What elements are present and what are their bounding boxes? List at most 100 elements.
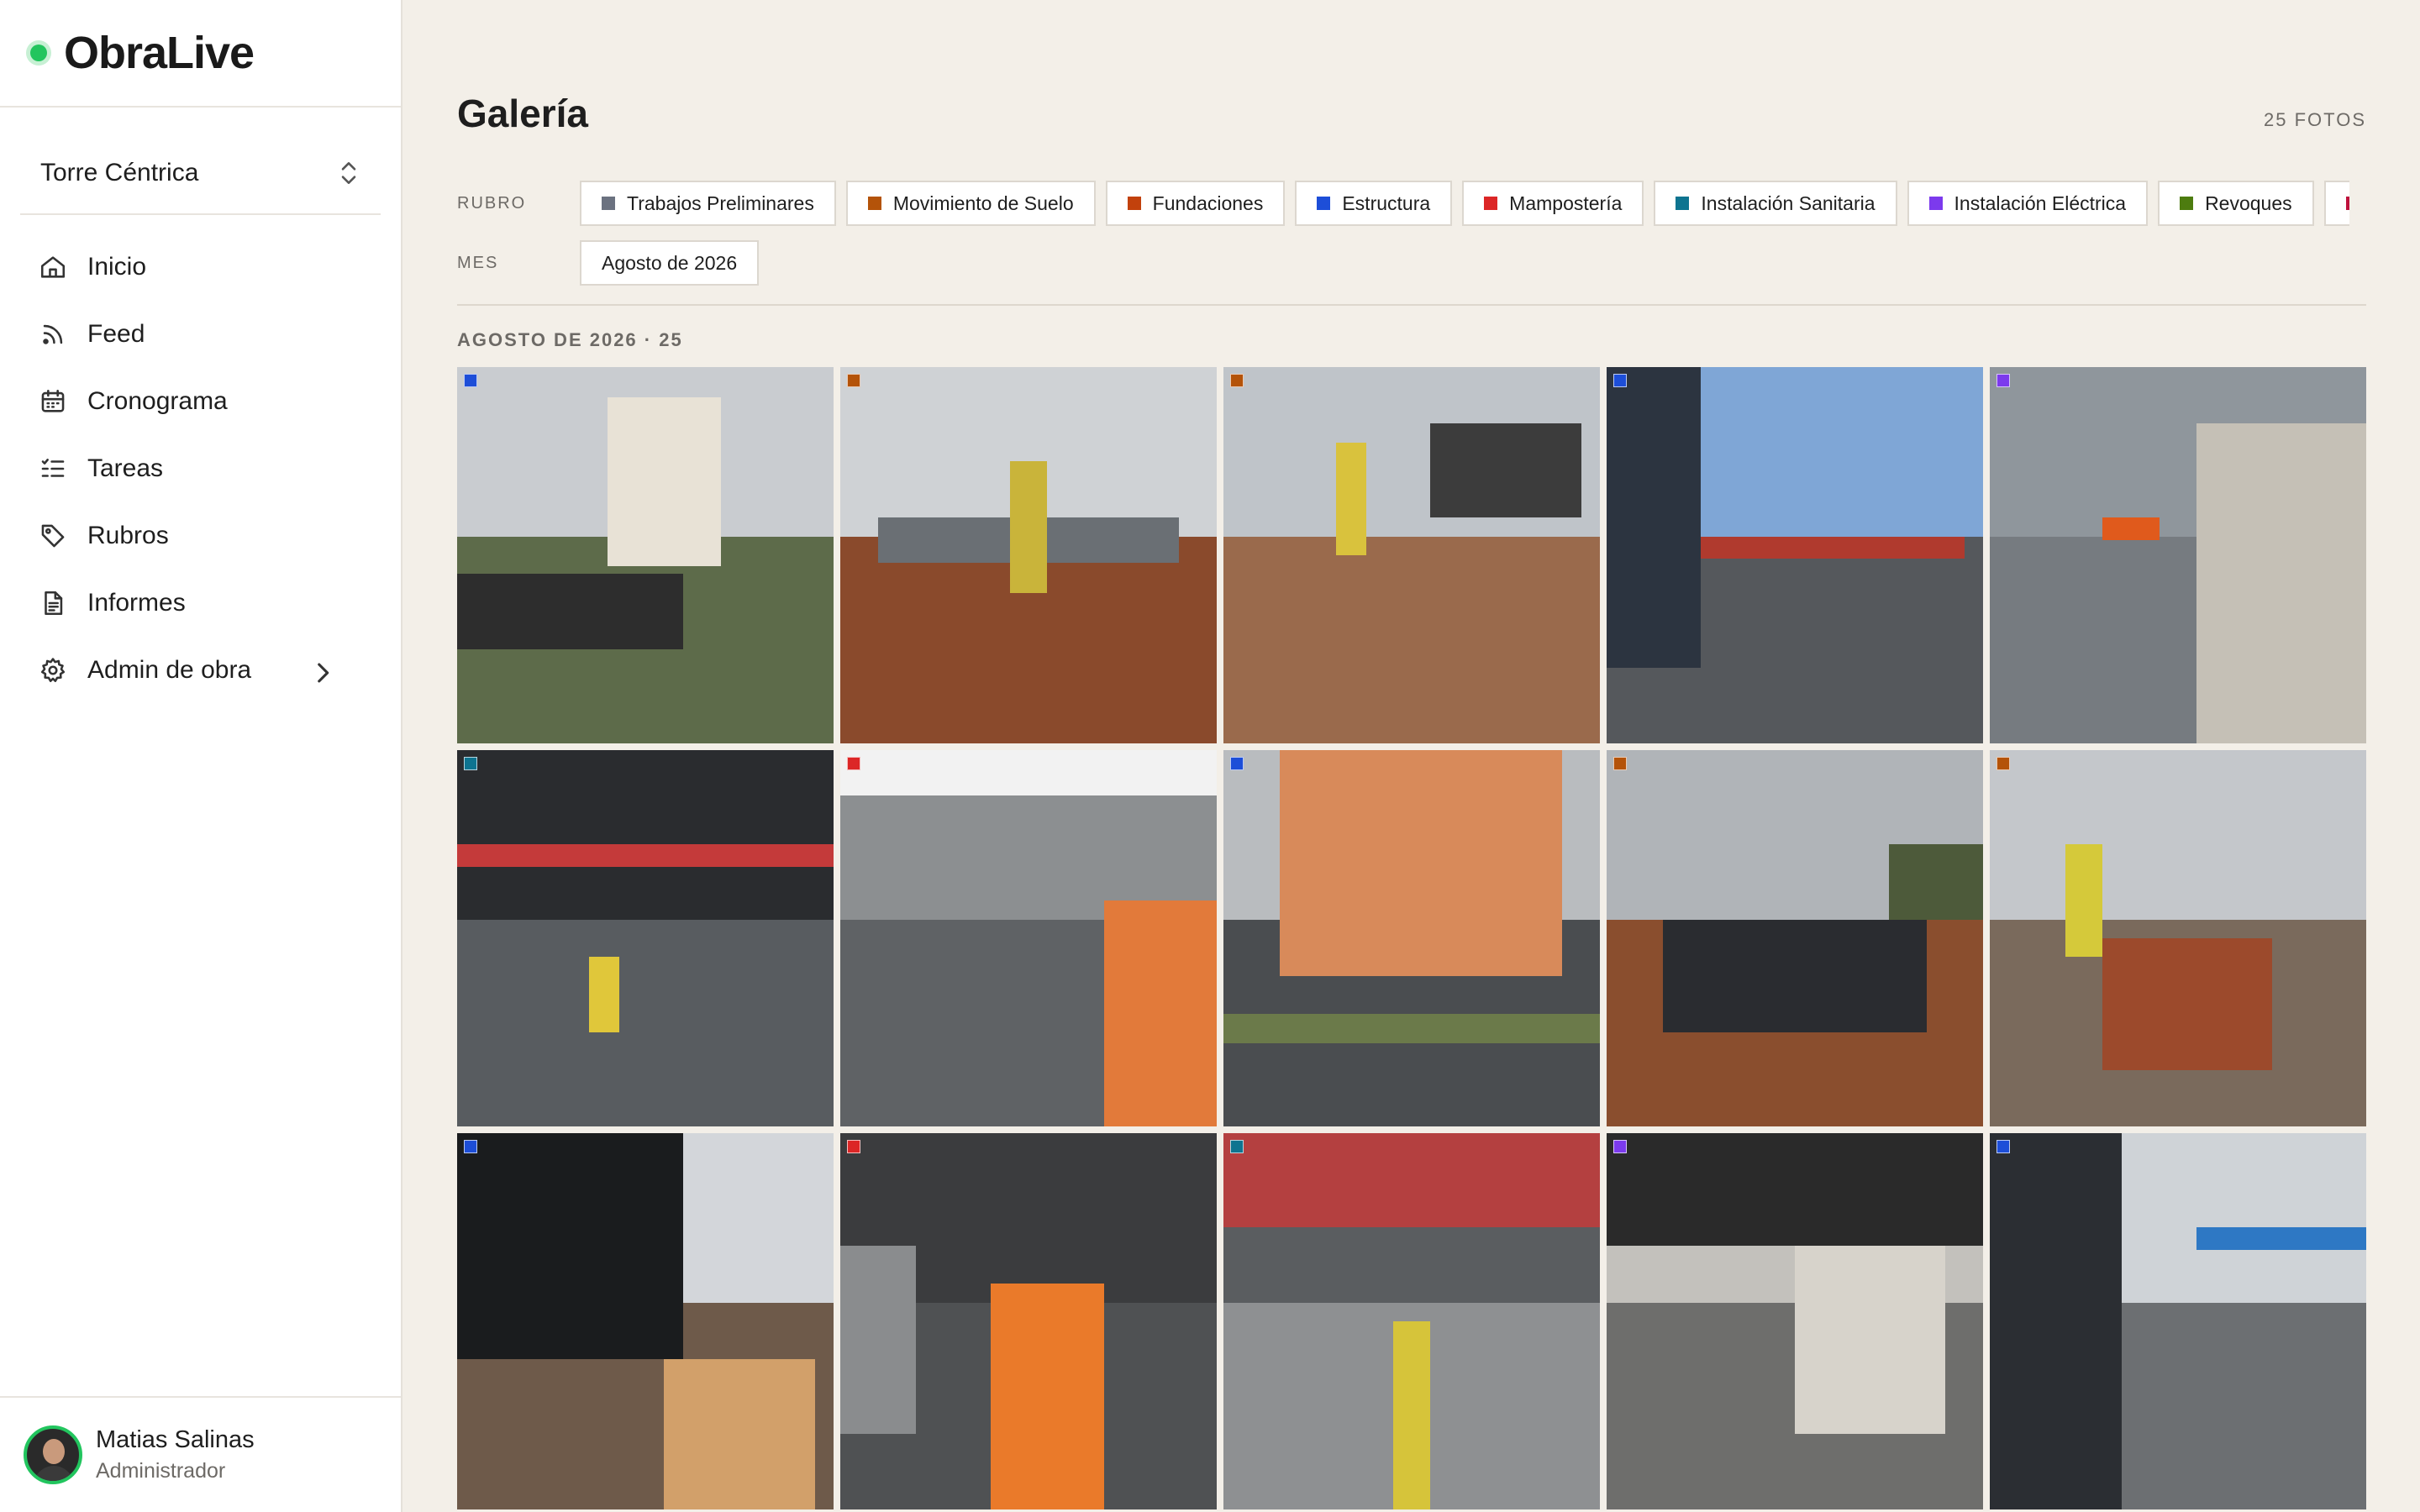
live-indicator-icon [30,45,47,61]
rubro-color-swatch [867,197,881,210]
rubro-chip-label: Trabajos Preliminares [627,192,814,214]
month-chip[interactable]: Agosto de 2026 [580,240,760,286]
rubro-filter-label: RUBRO [457,193,527,213]
rss-icon [43,324,63,344]
photo-detail [2196,1227,2366,1250]
photo-detail [2102,938,2272,1070]
rubro-tag-icon [1230,1140,1244,1153]
nav-label: Cronograma [87,387,228,415]
gallery-photo[interactable] [1990,750,2366,1126]
rubro-chip-label: Fundaciones [1152,192,1264,214]
rubro-tag-icon [1613,757,1627,770]
checklist-icon [41,459,65,477]
nav-item-rubros[interactable]: Rubros [0,502,401,570]
photo-detail [1663,919,1927,1032]
rubro-chip[interactable]: Fundaciones [1105,181,1286,226]
rubro-tag-icon [847,757,860,770]
photo-detail [1009,461,1048,593]
rubro-chip[interactable]: Trabajos Preliminares [580,181,836,226]
photo-detail [1795,1246,1946,1435]
photo-detail [1889,844,1983,920]
gallery-photo[interactable] [1607,750,1983,1126]
mes-filter-label: MES [457,253,499,272]
rubro-tag-icon [1230,374,1244,387]
photo-detail [1336,442,1367,555]
gallery-photo[interactable] [457,750,834,1126]
page-title: Galería [457,92,588,135]
brand[interactable]: ObraLive [0,0,401,108]
rubro-tag-icon [1996,374,2010,387]
photo-foreground [457,919,834,1126]
gallery-photo[interactable] [840,367,1217,743]
nav-item-informes[interactable]: Informes [0,570,401,637]
main-nav: Inicio Feed Cronograma Tareas Rubros Inf… [0,234,401,704]
sidebar: ObraLive Torre Céntrica Inicio Feed Cron… [0,0,402,1512]
rubro-tag-icon [847,1140,860,1153]
rubro-tag-icon [1996,757,2010,770]
rubro-color-swatch [2345,197,2349,210]
rubro-chip[interactable]: Mampostería [1462,181,1644,226]
gallery-photo[interactable] [1223,1133,1600,1509]
gallery-photo[interactable] [840,750,1217,1126]
photo-detail [1392,1321,1431,1509]
photo-detail [991,1284,1104,1509]
nav-label: Informes [87,589,186,617]
photo-detail [608,396,721,567]
photo-detail [457,574,683,649]
rubro-filter-row: RUBRO Trabajos Preliminares Movimiento de… [457,181,2349,226]
gallery-photo[interactable] [1990,367,2366,743]
nav-label: Inicio [87,253,147,281]
nav-label: Rubros [87,522,169,549]
home-icon [40,256,66,278]
photo-grid [457,367,2366,1509]
rubro-tag-icon [464,757,477,770]
tag-icon [41,524,65,548]
rubro-chip[interactable]: P [2323,181,2349,226]
rubro-chip[interactable]: Instalación Sanitaria [1654,181,1897,226]
rubro-chip[interactable]: Revoques [2158,181,2314,226]
user-profile[interactable]: Matias Salinas Administrador [0,1396,401,1512]
photo-detail [1223,1133,1600,1227]
rubro-chip[interactable]: Estructura [1295,181,1453,226]
photo-detail [1430,423,1581,518]
rubro-color-swatch [1484,197,1498,210]
gallery-photo[interactable] [1223,367,1600,743]
photo-detail [840,1246,916,1435]
rubro-chip-label: Instalación Sanitaria [1701,192,1876,214]
rubro-tag-icon [1613,374,1627,387]
photo-detail [840,750,1217,795]
gallery-photo[interactable] [1223,750,1600,1126]
photo-detail [1607,1133,1983,1247]
nav-item-admin-de-obra[interactable]: Admin de obra [0,637,401,704]
gallery-photo[interactable] [1607,367,1983,743]
nav-label: Tareas [87,454,164,482]
rubro-tag-icon [847,374,860,387]
photo-detail [1990,1133,2122,1509]
rubro-chip[interactable]: Movimiento de Suelo [845,181,1096,226]
project-name: Torre Céntrica [40,159,199,186]
photo-detail [1280,750,1563,976]
gallery-photo[interactable] [840,1133,1217,1509]
photo-background [1990,750,2366,920]
rubro-color-swatch [1317,197,1331,210]
nav-item-cronograma[interactable]: Cronograma [0,368,401,435]
avatar [24,1425,82,1484]
rubro-chip[interactable]: Instalación Eléctrica [1907,181,2149,226]
chevron-right-icon [318,663,329,683]
project-selector[interactable]: Torre Céntrica [20,133,381,215]
gallery-photo[interactable] [1990,1133,2366,1509]
rubro-tag-icon [1996,1140,2010,1153]
rubro-chip-label: Revoques [2205,192,2292,214]
user-name: Matias Salinas [96,1426,255,1453]
rubro-color-swatch [1127,197,1141,210]
nav-item-tareas[interactable]: Tareas [0,435,401,502]
rubro-color-swatch [1928,197,1943,210]
gallery-photo[interactable] [1607,1133,1983,1509]
photo-detail [2065,844,2103,958]
gallery-photo[interactable] [457,1133,834,1509]
app-logo-name: ObraLive [64,28,255,78]
rubro-tag-icon [1613,1140,1627,1153]
gallery-photo[interactable] [457,367,834,743]
nav-item-feed[interactable]: Feed [0,301,401,368]
nav-item-inicio[interactable]: Inicio [0,234,401,301]
